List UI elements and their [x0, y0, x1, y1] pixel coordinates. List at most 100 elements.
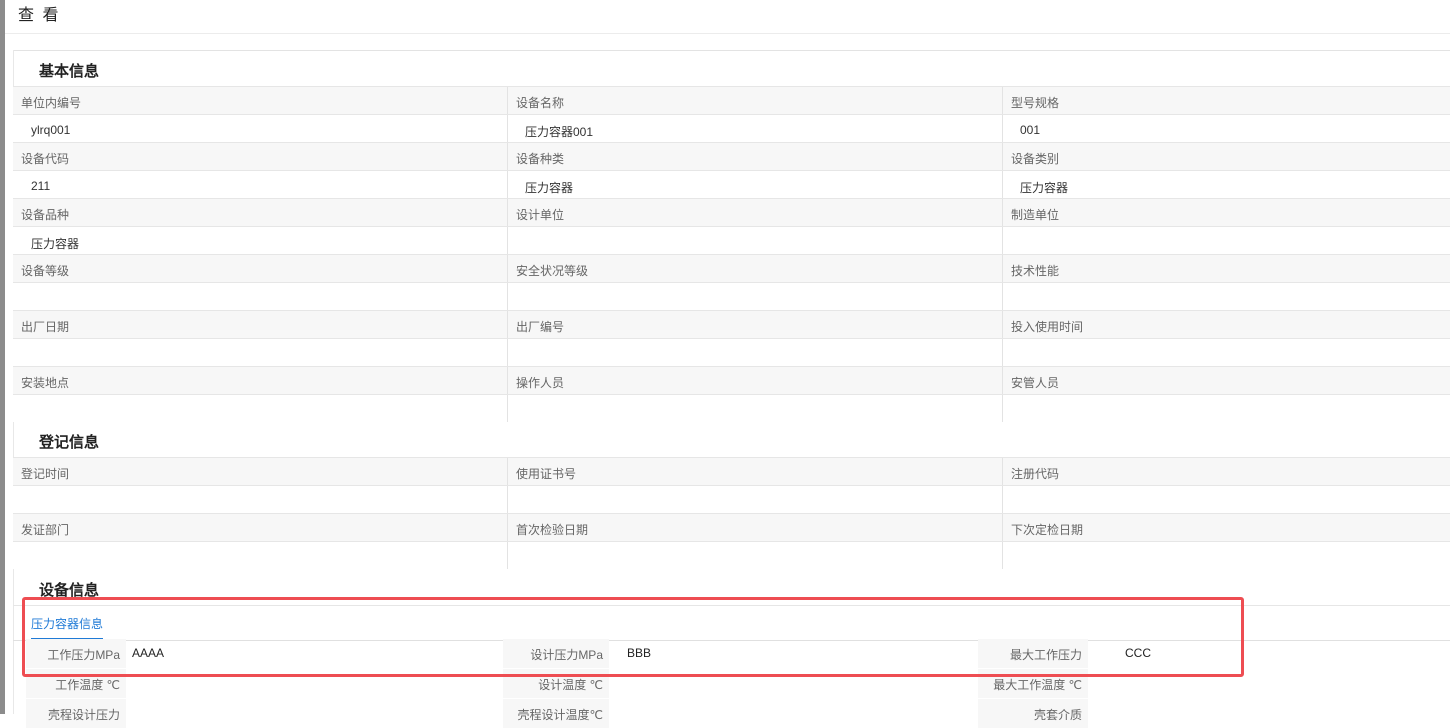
field-label: 设计单位 [516, 208, 565, 222]
field-value-cell [507, 283, 1002, 310]
field-label-cell: 使用证书号 [507, 458, 1002, 486]
section-title-basic: 基本信息 [39, 63, 100, 80]
field-value-cell: ylrq001 [13, 115, 508, 142]
field-value-cell: 001 [1002, 115, 1450, 142]
field-label: 设备名称 [516, 96, 565, 110]
field-label-cell: 设备名称 [507, 87, 1002, 115]
field-label: 安装地点 [21, 376, 70, 390]
body-top-divider [13, 50, 1450, 51]
basic-value-row: 211 压力容器 压力容器 [13, 170, 1450, 198]
title-divider [5, 33, 1450, 34]
field-label: 设备等级 [21, 264, 70, 278]
field-label-cell: 发证部门 [13, 514, 508, 542]
field-value-cell [1002, 227, 1450, 254]
basic-label-row: 设备品种 设计单位 制造单位 [13, 198, 1450, 227]
field-label-cell: 安全状况等级 [507, 255, 1002, 283]
field-label: 技术性能 [1011, 264, 1060, 278]
background-overlay-edge [0, 0, 5, 714]
field-label: 注册代码 [1011, 467, 1060, 481]
field-value-cell [1002, 283, 1450, 310]
basic-value-row: 压力容器 [13, 226, 1450, 254]
field-label: 安管人员 [1011, 376, 1060, 390]
field-value: 001 [1020, 123, 1041, 137]
field-label: 出厂日期 [21, 320, 70, 334]
field-value-cell: 压力容器 [13, 227, 508, 254]
register-label-row: 登记时间 使用证书号 注册代码 [13, 457, 1450, 486]
register-value-row [13, 485, 1450, 513]
field-value: 211 [31, 179, 51, 193]
field-label: 设备类别 [1011, 152, 1060, 166]
field-label-cell: 出厂日期 [13, 311, 508, 339]
field-label-cell: 设备品种 [13, 199, 508, 227]
field-label-cell: 登记时间 [13, 458, 508, 486]
field-label: 登记时间 [21, 467, 70, 481]
field-label: 安全状况等级 [516, 264, 589, 278]
field-label-cell: 安装地点 [13, 367, 508, 395]
field-label-cell: 下次定检日期 [1002, 514, 1450, 542]
register-value-row [13, 541, 1450, 569]
field-value-cell [13, 542, 508, 569]
field-label-cell: 技术性能 [1002, 255, 1450, 283]
field-label: 操作人员 [516, 376, 565, 390]
register-label-row: 发证部门 首次检验日期 下次定检日期 [13, 513, 1450, 542]
field-value-cell [13, 283, 508, 310]
field-label-cell: 型号规格 [1002, 87, 1450, 115]
basic-value-row: ylrq001 压力容器001 001 [13, 114, 1450, 142]
field-label: 出厂编号 [516, 320, 565, 334]
field-value: 压力容器 [31, 237, 80, 251]
field-label-cell: 注册代码 [1002, 458, 1450, 486]
basic-value-row [13, 394, 1450, 422]
field-label-cell: 投入使用时间 [1002, 311, 1450, 339]
field-label-cell: 出厂编号 [507, 311, 1002, 339]
field-label: 设备品种 [21, 208, 70, 222]
field-label-cell: 首次检验日期 [507, 514, 1002, 542]
basic-label-row: 单位内编号 设备名称 型号规格 [13, 86, 1450, 115]
field-label-cell: 设备代码 [13, 143, 508, 171]
field-value-cell [507, 542, 1002, 569]
field-label-cell: 单位内编号 [13, 87, 508, 115]
field-label: 投入使用时间 [1011, 320, 1084, 334]
field-value-cell [507, 486, 1002, 513]
field-value-cell: 压力容器 [1002, 171, 1450, 198]
field-value: 压力容器 [1020, 181, 1069, 195]
highlight-annotation-box [22, 597, 1244, 677]
field-value: ylrq001 [31, 123, 71, 137]
field-value-cell [13, 486, 508, 513]
field-label: 发证部门 [21, 523, 70, 537]
basic-label-row: 出厂日期 出厂编号 投入使用时间 [13, 310, 1450, 339]
field-label: 下次定检日期 [1011, 523, 1084, 537]
field-label-cell: 设备类别 [1002, 143, 1450, 171]
field-label: 设备代码 [21, 152, 70, 166]
field-value-cell [1002, 395, 1450, 422]
basic-value-row [13, 338, 1450, 366]
basic-label-row: 设备等级 安全状况等级 技术性能 [13, 254, 1450, 283]
basic-value-row [13, 282, 1450, 310]
field-label: 首次检验日期 [516, 523, 589, 537]
field-label: 使用证书号 [516, 467, 577, 481]
section-title-register: 登记信息 [39, 434, 100, 451]
basic-label-row: 安装地点 操作人员 安管人员 [13, 366, 1450, 395]
field-label: 制造单位 [1011, 208, 1060, 222]
field-label-cell: 制造单位 [1002, 199, 1450, 227]
field-value: 压力容器 [525, 181, 574, 195]
field-value: 压力容器001 [525, 125, 594, 139]
field-value-cell [13, 339, 508, 366]
field-label: 单位内编号 [21, 96, 82, 110]
field-value-cell: 压力容器001 [507, 115, 1002, 142]
field-value-cell [507, 339, 1002, 366]
field-value-cell [1002, 486, 1450, 513]
field-label: 型号规格 [1011, 96, 1060, 110]
field-value-cell [507, 227, 1002, 254]
field-value-cell [1002, 339, 1450, 366]
field-label-cell: 安管人员 [1002, 367, 1450, 395]
field-value-cell [13, 395, 508, 422]
field-label-cell: 设备等级 [13, 255, 508, 283]
field-value-cell: 压力容器 [507, 171, 1002, 198]
field-label-cell: 设备种类 [507, 143, 1002, 171]
field-label: 设备种类 [516, 152, 565, 166]
field-label-cell: 操作人员 [507, 367, 1002, 395]
basic-label-row: 设备代码 设备种类 设备类别 [13, 142, 1450, 171]
field-label-cell: 设计单位 [507, 199, 1002, 227]
field-value-cell [1002, 542, 1450, 569]
dialog-title: 查 看 [18, 7, 61, 24]
